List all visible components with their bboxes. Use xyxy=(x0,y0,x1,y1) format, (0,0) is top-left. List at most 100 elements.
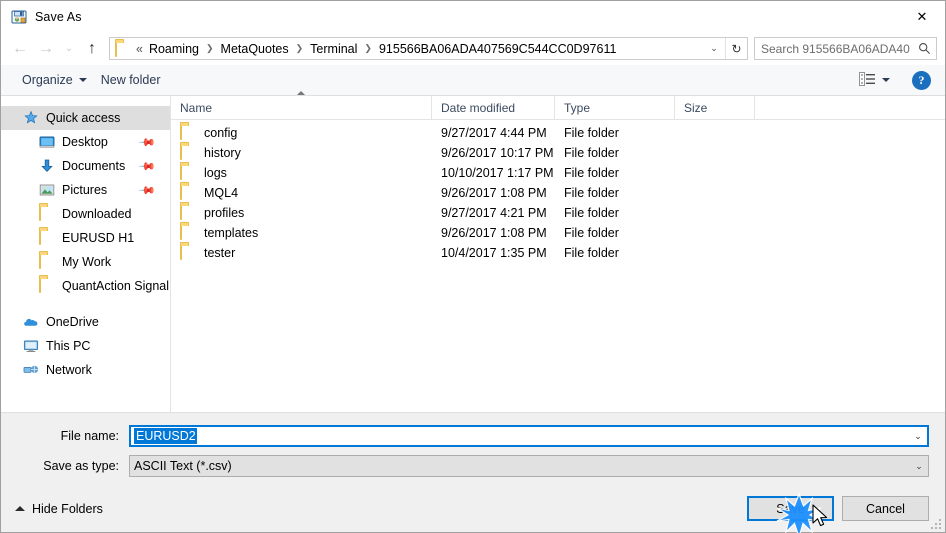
recent-locations-button[interactable]: ⌄ xyxy=(59,37,79,61)
sidebar-item-label: EURUSD H1 xyxy=(62,231,135,245)
file-date-cell: 9/26/2017 10:17 PM xyxy=(441,146,554,160)
documents-download-icon xyxy=(39,158,55,174)
desktop-icon xyxy=(39,134,55,150)
folder-icon xyxy=(180,184,196,201)
sidebar-item-quick-access[interactable]: Quick access xyxy=(1,106,170,130)
file-name-input[interactable]: EURUSD2 ⌄ xyxy=(129,425,929,447)
sidebar-item-label: Desktop xyxy=(62,135,108,149)
folder-icon xyxy=(39,253,55,270)
breadcrumb-item-terminal-id[interactable]: 915566BA06ADA407569C544CC0D97611 xyxy=(376,42,619,56)
column-headers: Name Date modified Type Size xyxy=(171,91,945,120)
help-button[interactable]: ? xyxy=(912,70,931,90)
table-row[interactable]: config 9/27/2017 4:44 PM File folder xyxy=(171,123,945,143)
sort-ascending-icon xyxy=(297,91,305,95)
hide-folders-button[interactable]: Hide Folders xyxy=(11,498,107,520)
forward-button[interactable]: → xyxy=(33,37,59,61)
file-type-cell: File folder xyxy=(564,126,619,140)
chevron-down-icon[interactable]: ⌄ xyxy=(910,456,928,476)
pin-icon[interactable]: 📌 xyxy=(138,133,157,151)
search-input[interactable] xyxy=(755,40,912,57)
pin-icon[interactable]: 📌 xyxy=(138,157,157,175)
search-icon[interactable] xyxy=(912,38,936,59)
sidebar-item-pictures[interactable]: Pictures 📌 xyxy=(1,178,170,202)
up-one-level-button[interactable]: ↑ xyxy=(79,37,105,61)
back-button[interactable]: ← xyxy=(7,37,33,61)
search-box[interactable] xyxy=(754,37,937,60)
close-icon[interactable]: ✕ xyxy=(899,1,945,32)
sidebar-item-this-pc[interactable]: This PC xyxy=(1,334,170,358)
breadcrumb-separator: ❯ xyxy=(205,43,214,53)
cancel-button[interactable]: Cancel xyxy=(842,496,929,521)
file-name-cell: templates xyxy=(171,224,432,241)
column-header-size[interactable]: Size xyxy=(675,95,755,120)
command-bar: Organize New folder ? xyxy=(1,65,945,96)
save-as-type-select[interactable]: ASCII Text (*.csv) ⌄ xyxy=(129,455,929,477)
sidebar-item-documents[interactable]: Documents 📌 xyxy=(1,154,170,178)
change-view-button[interactable] xyxy=(853,69,896,92)
chevron-down-icon[interactable]: ⌄ xyxy=(703,38,725,59)
table-row[interactable]: MQL4 9/26/2017 1:08 PM File folder xyxy=(171,183,945,203)
sidebar-item-onedrive[interactable]: OneDrive xyxy=(1,310,170,334)
sidebar-item-eurusd-h1[interactable]: EURUSD H1 xyxy=(1,226,170,250)
sidebar-item-network[interactable]: Network xyxy=(1,358,170,382)
file-name-cell: profiles xyxy=(171,204,432,221)
table-row[interactable]: profiles 9/27/2017 4:21 PM File folder xyxy=(171,203,945,223)
sidebar-item-label: OneDrive xyxy=(46,315,99,329)
file-name-label: templates xyxy=(204,226,259,240)
folder-icon xyxy=(39,277,55,294)
file-type-cell: File folder xyxy=(564,246,619,260)
sidebar-item-downloaded[interactable]: Downloaded xyxy=(1,202,170,226)
file-date-cell: 9/26/2017 1:08 PM xyxy=(441,226,547,240)
file-type-cell: File folder xyxy=(564,166,619,180)
breadcrumb-item-terminal[interactable]: Terminal xyxy=(307,42,360,56)
column-header-type[interactable]: Type xyxy=(555,95,675,120)
sidebar-item-label: Pictures xyxy=(62,183,108,197)
table-row[interactable]: templates 9/26/2017 1:08 PM File folder xyxy=(171,223,945,243)
sidebar-item-desktop[interactable]: Desktop 📌 xyxy=(1,130,170,154)
folder-icon xyxy=(180,144,196,161)
file-name-label: MQL4 xyxy=(204,186,239,200)
save-form: File name: EURUSD2 ⌄ Save as type: ASCII… xyxy=(1,413,945,485)
column-header-date-modified[interactable]: Date modified xyxy=(432,95,555,120)
file-name-label: logs xyxy=(204,166,227,180)
organize-label: Organize xyxy=(22,73,73,87)
save-button[interactable]: Save xyxy=(747,496,834,521)
folder-icon xyxy=(180,204,196,221)
sidebar-item-label: Documents xyxy=(62,159,126,173)
chevron-down-icon[interactable]: ⌄ xyxy=(909,427,927,445)
table-row[interactable]: history 9/26/2017 10:17 PM File folder xyxy=(171,143,945,163)
folder-icon xyxy=(115,40,131,57)
file-name-row: File name: EURUSD2 ⌄ xyxy=(1,425,945,447)
folder-icon xyxy=(39,205,55,222)
address-bar[interactable]: « Roaming ❯ MetaQuotes ❯ Terminal ❯ 9155… xyxy=(109,37,748,60)
breadcrumb-item-roaming[interactable]: Roaming xyxy=(146,42,202,56)
file-name-cell: history xyxy=(171,144,432,161)
breadcrumb-item-metaquotes[interactable]: MetaQuotes xyxy=(218,42,292,56)
file-type-cell: File folder xyxy=(564,186,619,200)
file-name-label: config xyxy=(204,126,238,140)
organize-button[interactable]: Organize xyxy=(15,70,94,90)
pictures-icon xyxy=(39,182,55,198)
file-name-cell: config xyxy=(171,124,432,141)
sidebar-item-quantaction-signal[interactable]: QuantAction Signal xyxy=(1,274,170,298)
network-icon xyxy=(23,362,39,378)
table-row[interactable]: logs 10/10/2017 1:17 PM File folder xyxy=(171,163,945,183)
new-folder-button[interactable]: New folder xyxy=(94,70,168,90)
file-name-value: EURUSD2 xyxy=(134,428,197,444)
file-date-cell: 10/10/2017 1:17 PM xyxy=(441,166,554,180)
breadcrumb-overflow[interactable]: « xyxy=(135,42,146,56)
pin-icon[interactable]: 📌 xyxy=(138,181,157,199)
refresh-icon[interactable]: ↻ xyxy=(725,38,747,59)
table-row[interactable]: tester 10/4/2017 1:35 PM File folder xyxy=(171,243,945,263)
sidebar-item-label: Quick access xyxy=(46,111,121,125)
resize-grip-icon[interactable] xyxy=(929,517,941,529)
breadcrumb-separator: ❯ xyxy=(295,43,304,53)
file-date-cell: 10/4/2017 1:35 PM xyxy=(441,246,547,260)
breadcrumb-separator: ❯ xyxy=(364,43,372,53)
column-header-name[interactable]: Name xyxy=(171,95,432,120)
save-as-dialog: Save As ✕ ← → ⌄ ↑ « Roaming ❯ MetaQuotes… xyxy=(0,0,946,533)
folder-icon xyxy=(39,229,55,246)
sidebar-item-my-work[interactable]: My Work xyxy=(1,250,170,274)
file-name-label: history xyxy=(204,146,241,160)
